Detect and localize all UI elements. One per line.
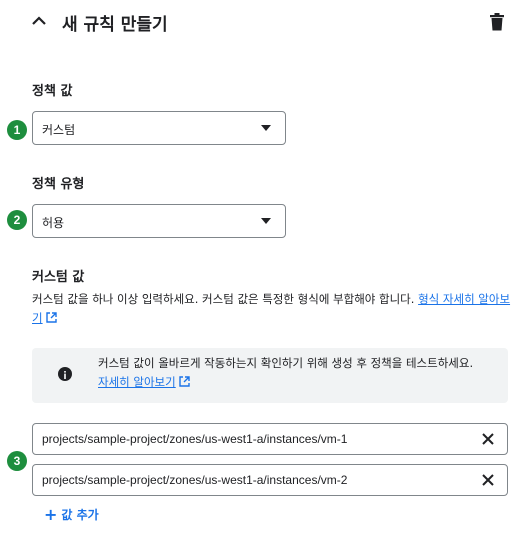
learn-more-text: 자세히 알아보기 — [98, 375, 176, 389]
custom-value-field-1[interactable]: projects/sample-project/zones/us-west1-a… — [32, 423, 508, 455]
external-link-icon — [45, 312, 57, 323]
add-value-button[interactable]: + 값 추가 — [44, 505, 99, 524]
policy-type-selected: 허용 — [42, 216, 65, 230]
step-badge-3: 3 — [7, 451, 27, 471]
custom-value-text: projects/sample-project/zones/us-west1-a… — [42, 473, 348, 487]
chevron-up-icon[interactable] — [30, 12, 48, 30]
add-value-label: 값 추가 — [61, 508, 99, 522]
info-text: 커스텀 값이 올바르게 작동하는지 확인하기 위해 생성 후 정책을 테스트하세… — [98, 354, 498, 392]
external-link-icon — [179, 376, 190, 387]
close-icon[interactable] — [481, 473, 495, 487]
custom-values-description: 커스텀 값을 하나 이상 입력하세요. 커스텀 값은 특정한 형식에 부합해야 … — [32, 290, 512, 328]
policy-value-label: 정책 값 — [32, 84, 73, 99]
custom-value-text: projects/sample-project/zones/us-west1-a… — [42, 432, 348, 446]
close-icon[interactable] — [481, 432, 495, 446]
dropdown-arrow-icon — [261, 125, 271, 131]
dropdown-arrow-icon — [261, 218, 271, 224]
policy-type-select[interactable]: 허용 — [32, 204, 286, 238]
learn-more-link[interactable]: 자세히 알아보기 — [98, 375, 176, 389]
info-box: 커스텀 값이 올바르게 작동하는지 확인하기 위해 생성 후 정책을 테스트하세… — [32, 348, 508, 403]
plus-icon: + — [44, 505, 58, 524]
policy-type-label: 정책 유형 — [32, 177, 85, 192]
info-glyph — [64, 371, 66, 379]
policy-value-select[interactable]: 커스텀 — [32, 111, 286, 145]
custom-values-label: 커스텀 값 — [32, 270, 85, 285]
page-title: 새 규칙 만들기 — [62, 15, 168, 35]
policy-value-selected: 커스텀 — [42, 123, 76, 137]
step-badge-1: 1 — [7, 120, 27, 140]
custom-value-field-2[interactable]: projects/sample-project/zones/us-west1-a… — [32, 464, 508, 496]
description-text: 커스텀 값을 하나 이상 입력하세요. 커스텀 값은 특정한 형식에 부합해야 … — [32, 292, 419, 306]
info-icon — [58, 367, 72, 381]
info-message: 커스텀 값이 올바르게 작동하는지 확인하기 위해 생성 후 정책을 테스트하세… — [98, 356, 474, 370]
delete-icon[interactable] — [489, 13, 505, 31]
step-badge-2: 2 — [7, 210, 27, 230]
